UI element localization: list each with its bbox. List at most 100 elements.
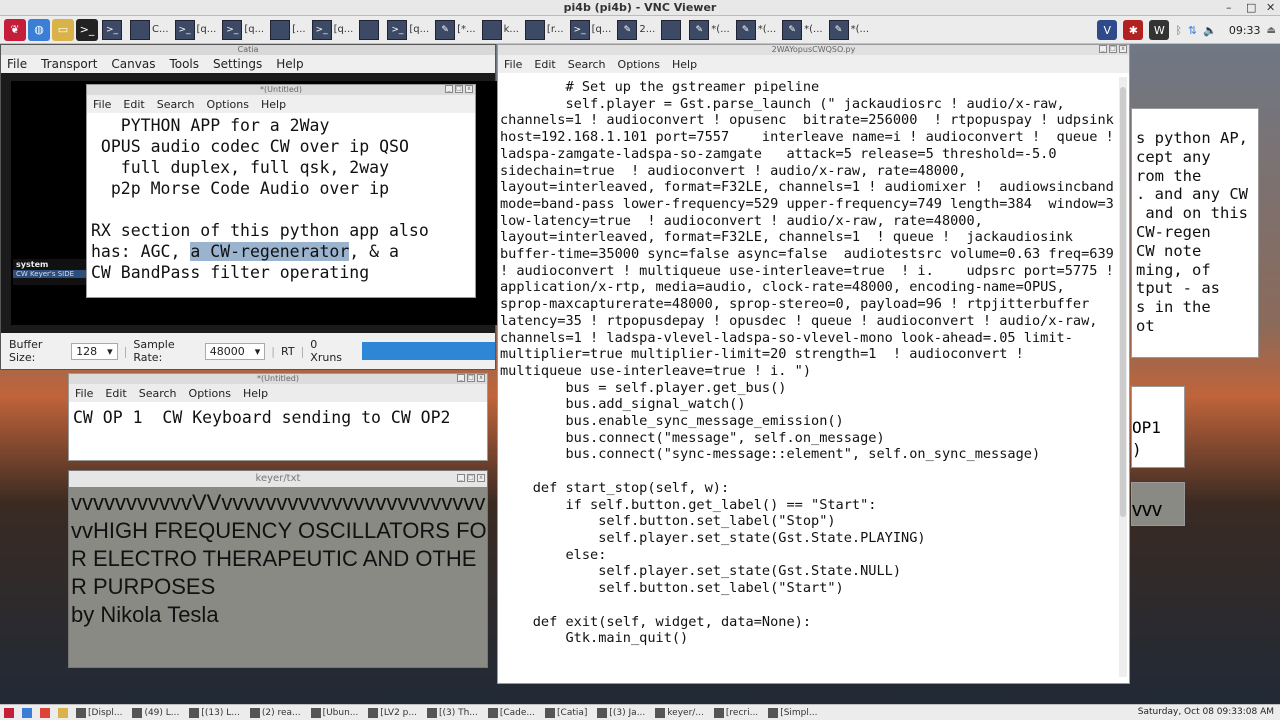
top-panel-task[interactable]: >_ [q... bbox=[310, 19, 356, 41]
chrome-icon[interactable] bbox=[38, 707, 52, 718]
bluetooth-icon[interactable]: ᛒ bbox=[1175, 24, 1182, 37]
top-panel-task[interactable]: >_ [q... bbox=[173, 19, 219, 41]
top-panel-task[interactable]: >_ [q... bbox=[220, 19, 266, 41]
vnc-icon[interactable]: V bbox=[1097, 20, 1118, 40]
menu-file[interactable]: File bbox=[7, 57, 27, 71]
menu-icon[interactable] bbox=[2, 707, 16, 718]
menu-edit[interactable]: Edit bbox=[123, 98, 144, 111]
lv2-tray-icon[interactable]: W bbox=[1149, 20, 1170, 40]
editor-untitled-2: *(Untitled) _ □ x File Edit Search Options… bbox=[68, 373, 488, 461]
close-icon[interactable]: x bbox=[465, 85, 473, 93]
menu-help[interactable]: Help bbox=[672, 58, 697, 71]
top-panel-task[interactable]: [r... bbox=[523, 19, 566, 41]
menu-file[interactable]: File bbox=[75, 387, 93, 400]
taskbar-task[interactable]: (2) rea... bbox=[248, 707, 303, 718]
top-panel-task[interactable]: ✎ *(... bbox=[780, 19, 824, 41]
terminal-icon[interactable]: >_ bbox=[76, 18, 98, 41]
vnc-maximize-button[interactable]: □ bbox=[1246, 1, 1256, 14]
right-window-1-text[interactable]: s python AP, cept any rom the . and any … bbox=[1136, 129, 1248, 336]
top-panel-task[interactable]: ✎ [*... bbox=[433, 19, 477, 41]
top-panel-task[interactable]: ✎ *(... bbox=[827, 19, 871, 41]
close-icon[interactable]: x bbox=[477, 374, 485, 382]
editor2-text-area[interactable]: CW OP 1 CW Keyboard sending to CW OP2 bbox=[73, 408, 451, 427]
taskbar-task[interactable]: [Catia] bbox=[543, 707, 589, 718]
minimize-icon[interactable]: _ bbox=[445, 85, 453, 93]
maximize-icon[interactable]: □ bbox=[467, 374, 475, 382]
menu-options[interactable]: Options bbox=[618, 58, 660, 71]
menu-tools[interactable]: Tools bbox=[169, 57, 199, 71]
maximize-icon[interactable]: □ bbox=[455, 85, 463, 93]
system-port[interactable]: CW Keyer's SIDE bbox=[13, 270, 91, 278]
close-icon[interactable]: x bbox=[1119, 45, 1127, 53]
menu-search[interactable]: Search bbox=[157, 98, 195, 111]
top-panel-task[interactable]: C... bbox=[128, 19, 171, 41]
dsp-load-bar bbox=[361, 342, 495, 360]
menu-edit[interactable]: Edit bbox=[534, 58, 555, 71]
vnc-close-button[interactable]: ✕ bbox=[1266, 1, 1275, 14]
taskbar-task[interactable]: (49) L... bbox=[130, 707, 181, 718]
top-panel-task[interactable]: >_ [q... bbox=[568, 19, 614, 41]
taskbar-task[interactable]: [Simpl... bbox=[766, 707, 819, 718]
taskbar-task[interactable]: [recri... bbox=[712, 707, 760, 718]
raspberry-menu-icon[interactable]: ❦ bbox=[4, 18, 26, 41]
menu-search[interactable]: Search bbox=[568, 58, 606, 71]
code-text-area[interactable]: # Set up the gstreamer pipeline self.pla… bbox=[500, 79, 1116, 647]
top-panel-task[interactable] bbox=[659, 19, 685, 41]
scrollbar-thumb[interactable] bbox=[1120, 87, 1126, 517]
menu-help[interactable]: Help bbox=[261, 98, 286, 111]
menu-file[interactable]: File bbox=[93, 98, 111, 111]
file-manager-icon[interactable]: ▭ bbox=[52, 18, 74, 41]
top-panel-task[interactable]: ✎ 2... bbox=[615, 19, 657, 41]
taskbar-task[interactable]: [LV2 p... bbox=[366, 707, 419, 718]
volume-icon[interactable]: 🔈 bbox=[1203, 24, 1217, 37]
files-icon[interactable] bbox=[56, 707, 70, 718]
menu-help[interactable]: Help bbox=[276, 57, 303, 71]
minimize-icon[interactable]: _ bbox=[1099, 45, 1107, 53]
menu-settings[interactable]: Settings bbox=[213, 57, 262, 71]
top-panel-task[interactable]: [... bbox=[268, 19, 307, 41]
menu-search[interactable]: Search bbox=[139, 387, 177, 400]
network-icon[interactable]: ⇅ bbox=[1188, 24, 1197, 37]
xruns-label[interactable]: 0 Xruns bbox=[310, 338, 348, 364]
code-scrollbar[interactable] bbox=[1119, 77, 1127, 677]
right-window-3-text[interactable]: vvv bbox=[1132, 499, 1162, 522]
taskbar-task[interactable]: [(3) Th... bbox=[425, 707, 480, 718]
top-panel-task[interactable]: >_ [q... bbox=[385, 19, 431, 41]
maximize-icon[interactable]: □ bbox=[1109, 45, 1117, 53]
maximize-icon[interactable]: □ bbox=[467, 474, 475, 482]
top-panel-task[interactable]: >_ bbox=[100, 19, 126, 41]
taskbar-task[interactable]: [Ubun... bbox=[309, 707, 361, 718]
right-window-2-text[interactable]: OP1 ) bbox=[1132, 417, 1161, 461]
menu-transport[interactable]: Transport bbox=[41, 57, 97, 71]
taskbar-task[interactable]: [Displ... bbox=[74, 707, 124, 718]
top-panel-task-label: *(... bbox=[850, 24, 870, 35]
menu-help[interactable]: Help bbox=[243, 387, 268, 400]
vnc-minimize-button[interactable]: – bbox=[1226, 1, 1232, 14]
buffer-size-select[interactable]: 128 ▾ bbox=[71, 342, 118, 360]
sample-rate-select[interactable]: 48000 ▾ bbox=[204, 342, 266, 360]
top-panel-task[interactable]: k... bbox=[480, 19, 521, 41]
menu-edit[interactable]: Edit bbox=[105, 387, 126, 400]
eject-icon[interactable]: ⏏ bbox=[1267, 25, 1276, 36]
top-panel-task[interactable]: ✎ *(... bbox=[687, 19, 731, 41]
taskbar-task[interactable]: [(13) L... bbox=[187, 707, 241, 718]
browser-icon[interactable]: ◍ bbox=[28, 18, 50, 41]
close-icon[interactable]: x bbox=[477, 474, 485, 482]
taskbar-task[interactable]: keyer/... bbox=[653, 707, 706, 718]
menu-options[interactable]: Options bbox=[207, 98, 249, 111]
browser-icon[interactable] bbox=[20, 707, 34, 718]
menu-options[interactable]: Options bbox=[189, 387, 231, 400]
menu-canvas[interactable]: Canvas bbox=[111, 57, 155, 71]
cadence-tray-icon[interactable]: ✱ bbox=[1123, 20, 1144, 40]
top-panel-task[interactable] bbox=[357, 19, 383, 41]
minimize-icon[interactable]: _ bbox=[457, 474, 465, 482]
pencil-icon: ✎ bbox=[617, 19, 638, 40]
minimize-icon[interactable]: _ bbox=[457, 374, 465, 382]
top-panel-task[interactable]: ✎ *(... bbox=[734, 19, 778, 41]
menu-file[interactable]: File bbox=[504, 58, 522, 71]
keyer-text-area[interactable]: vvvvvvvvvvvVVvvvvvvvvvvvvvvvvvvvvvvvvvvH… bbox=[71, 489, 487, 629]
taskbar-task[interactable]: [(3) Ja... bbox=[595, 707, 647, 718]
system-node[interactable]: system CW Keyer's SIDE bbox=[13, 259, 91, 285]
taskbar-task[interactable]: [Cade... bbox=[486, 707, 537, 718]
editor1-text-area[interactable]: PYTHON APP for a 2Way OPUS audio codec C… bbox=[91, 115, 469, 283]
